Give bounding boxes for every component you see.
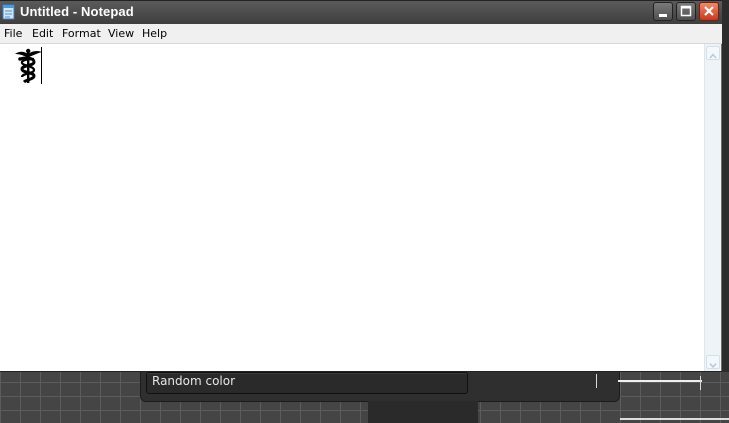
menu-bar: File Edit Format View Help (0, 24, 722, 44)
maximize-button[interactable] (676, 2, 696, 21)
chevron-down-icon (709, 363, 717, 369)
menu-edit[interactable]: Edit (32, 27, 53, 40)
background-tick (596, 374, 597, 388)
scroll-down-button[interactable] (706, 355, 720, 369)
notepad-icon (2, 4, 15, 20)
background-rule-bottom (620, 418, 729, 420)
desktop-edge (722, 0, 729, 372)
title-bar[interactable]: Untitled - Notepad (0, 1, 722, 24)
scroll-up-button[interactable] (706, 46, 720, 60)
close-button[interactable] (699, 2, 719, 21)
notepad-window: Untitled - Notepad File Edit Format View… (0, 0, 723, 372)
window-title: Untitled - Notepad (20, 4, 134, 19)
minimize-icon (659, 14, 667, 17)
chevron-up-icon (709, 53, 717, 59)
close-icon (704, 6, 714, 16)
menu-format[interactable]: Format (62, 27, 101, 40)
background-tick (700, 376, 701, 390)
random-color-label: Random color (152, 374, 236, 388)
maximize-icon (680, 5, 692, 17)
menu-view[interactable]: View (108, 27, 134, 40)
caduceus-icon (15, 48, 42, 84)
background-strip (368, 401, 478, 423)
background-rule (618, 380, 702, 382)
text-caret (41, 47, 42, 84)
menu-help[interactable]: Help (142, 27, 167, 40)
menu-file[interactable]: File (4, 27, 22, 40)
vertical-scrollbar[interactable] (704, 44, 721, 371)
text-editor[interactable] (0, 44, 704, 371)
minimize-button[interactable] (653, 2, 673, 21)
